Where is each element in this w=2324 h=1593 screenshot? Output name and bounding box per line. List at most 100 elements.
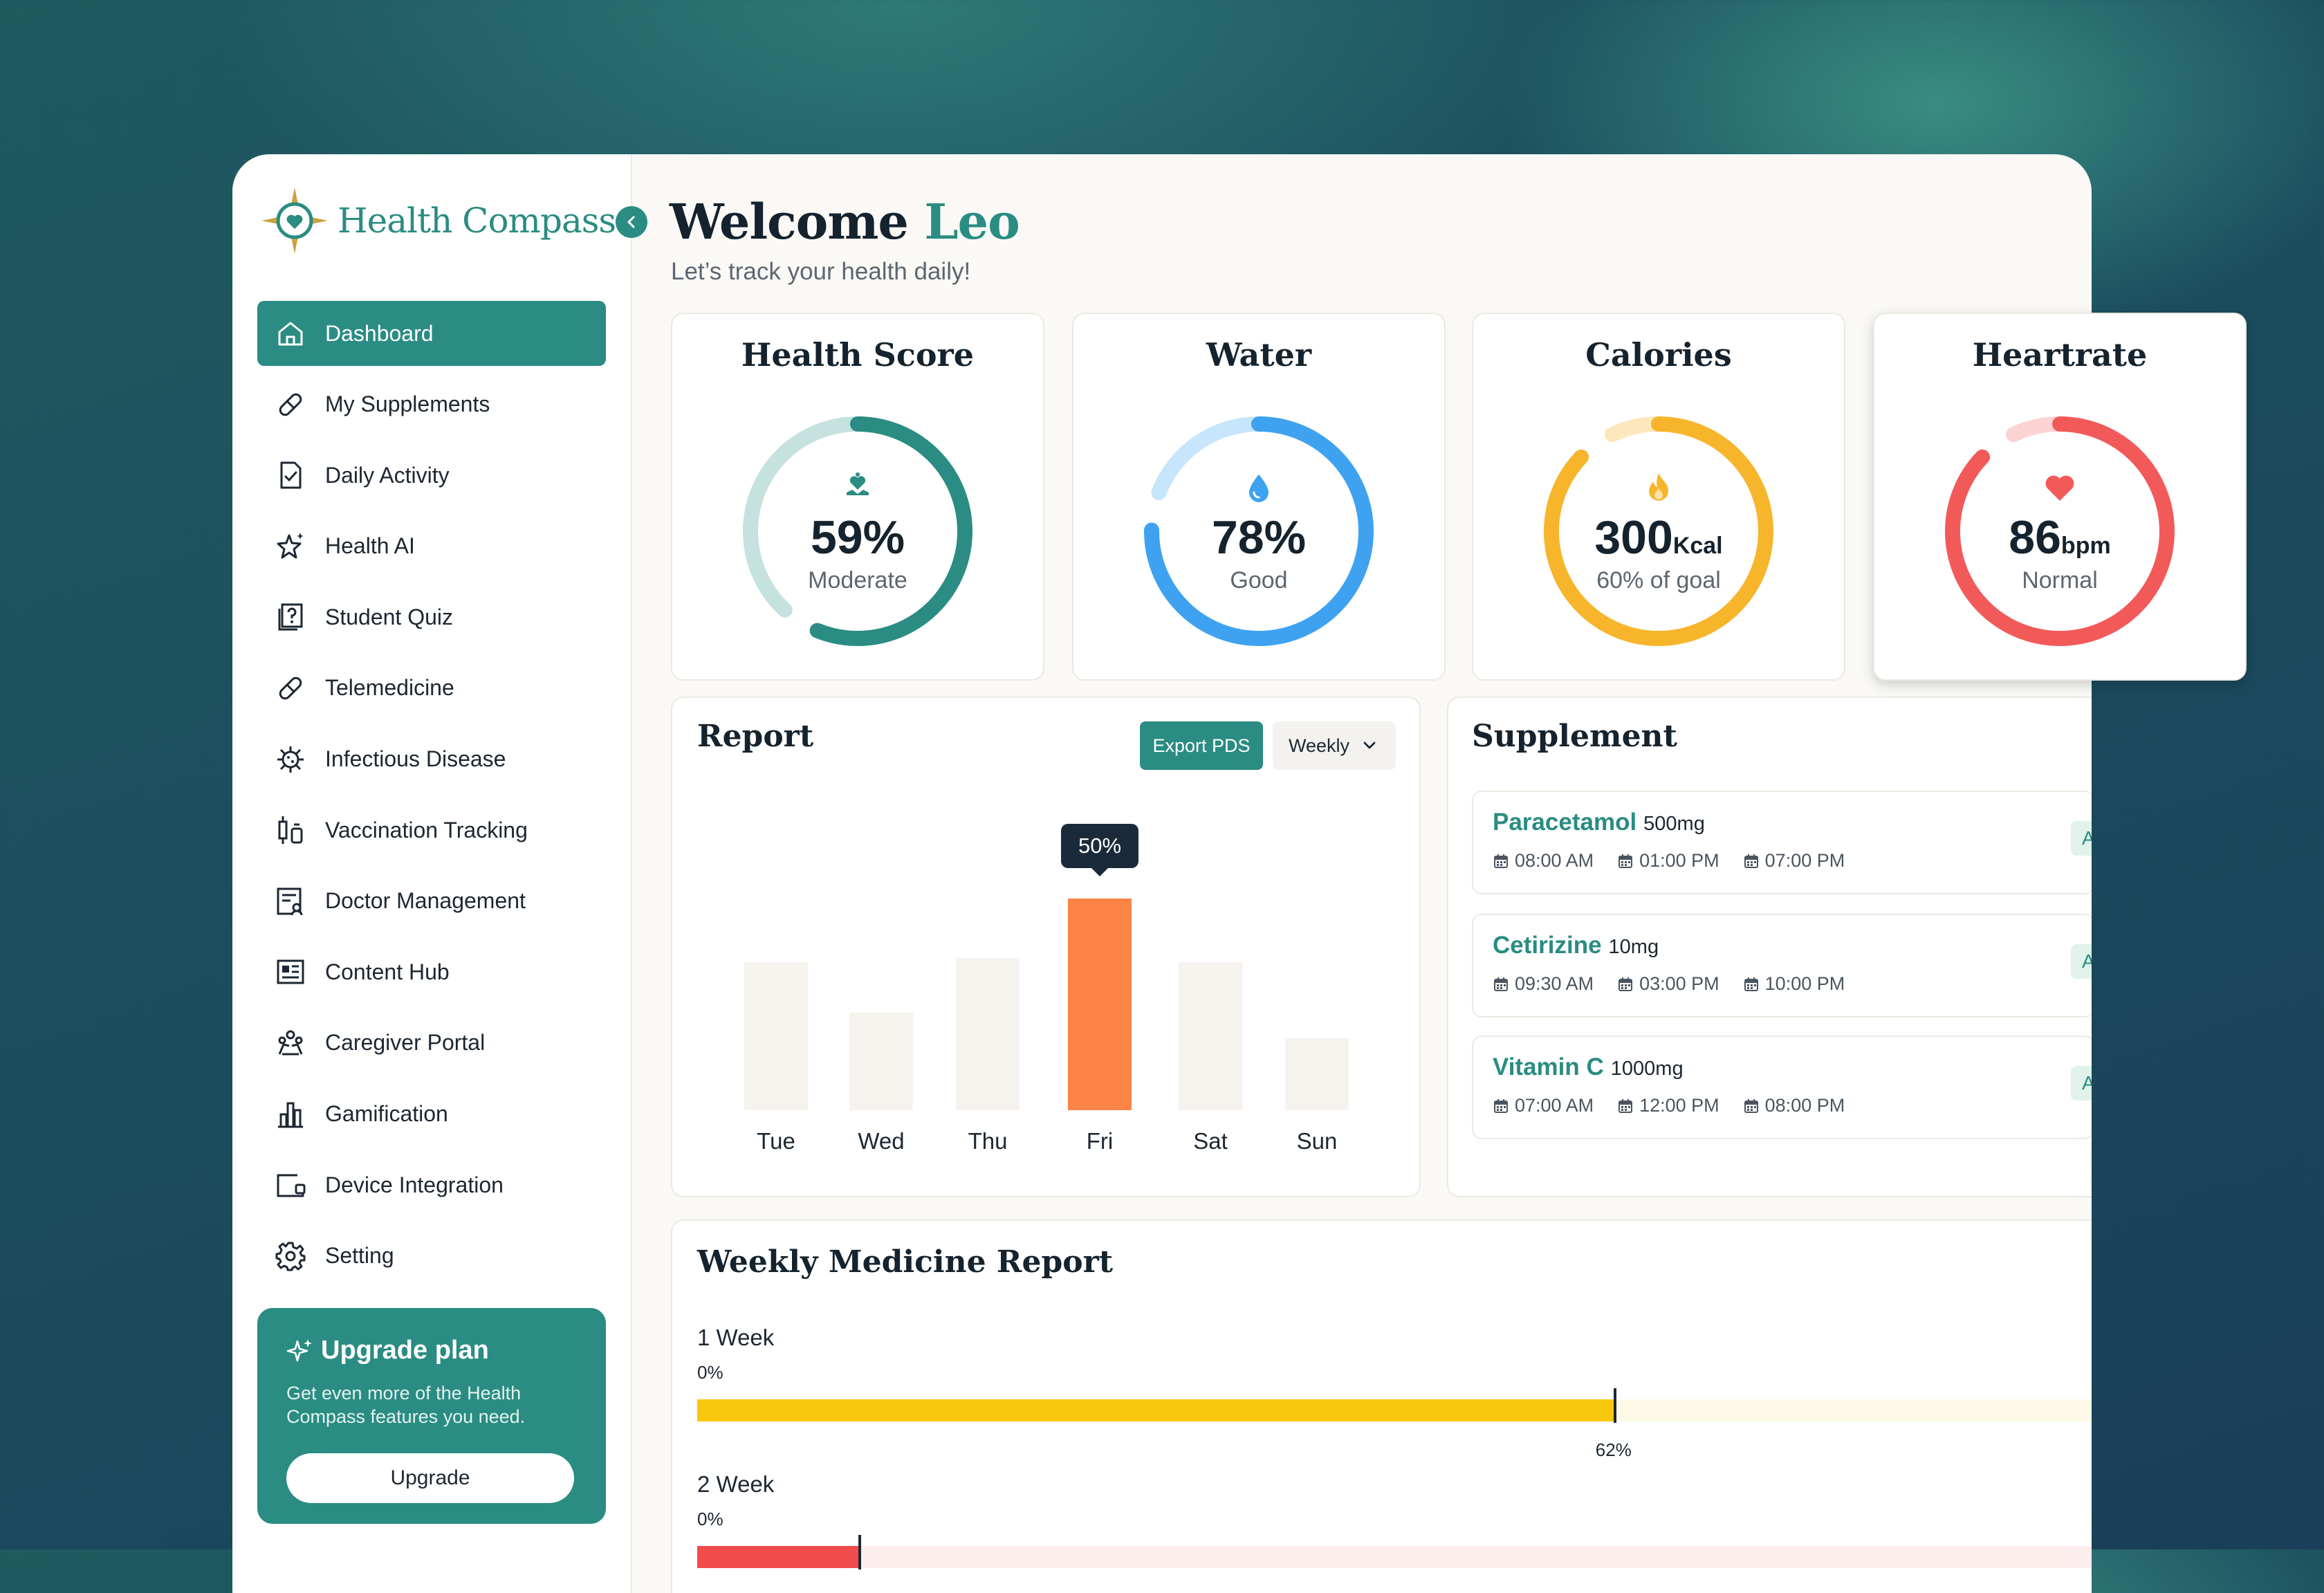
- sidebar-item-infectious-disease[interactable]: Infectious Disease: [257, 727, 606, 792]
- sidebar-nav: Dashboard My Supplements Daily Activity Hea…: [257, 301, 606, 1294]
- health-score-title: Health Score: [741, 336, 975, 374]
- supplement-title: Supplement: [1472, 719, 1677, 754]
- sidebar-item-content-hub[interactable]: Content Hub: [257, 939, 606, 1004]
- sidebar-item-label: Vaccination Tracking: [325, 817, 528, 842]
- sidebar-item-health-ai[interactable]: Health AI: [257, 514, 606, 579]
- supplement-item[interactable]: Vitamin C 1000mg 07:00 AM 12:00 PM 08:00 PM…: [1472, 1035, 2092, 1139]
- dose-times: 09:30 AM 03:00 PM 10:00 PM: [1493, 973, 1868, 995]
- weekly-medicine-title: Weekly Medicine Report: [697, 1244, 1114, 1280]
- bar-thu[interactable]: [956, 957, 1020, 1110]
- quiz-icon: [275, 602, 306, 632]
- supplement-status-badge: A: [2071, 944, 2092, 979]
- week-progress-bar: [697, 1388, 2092, 1423]
- sidebar-item-label: Content Hub: [325, 959, 450, 984]
- sidebar-item-gamification[interactable]: Gamification: [257, 1082, 606, 1147]
- calendar-icon: [1618, 854, 1633, 868]
- logo[interactable]: Health Compass: [260, 186, 616, 255]
- health-score-status: Moderate: [808, 567, 907, 593]
- sidebar-item-device-integration[interactable]: Device Integration: [257, 1152, 606, 1217]
- heartrate-value: 86bpm: [2009, 511, 2111, 564]
- device-icon: [275, 1170, 306, 1200]
- water-card: Water 78% Good: [1072, 313, 1446, 681]
- bar-tue[interactable]: [744, 961, 808, 1110]
- pill-icon: [275, 673, 306, 703]
- calendar-icon: [1618, 977, 1633, 991]
- sidebar-item-daily-activity[interactable]: Daily Activity: [257, 443, 606, 508]
- dose-times: 08:00 AM 01:00 PM 07:00 PM: [1493, 850, 1868, 872]
- sidebar-item-setting[interactable]: Setting: [257, 1224, 606, 1289]
- health-score-card: Health Score 59% Moderate: [671, 313, 1044, 681]
- bar-sat[interactable]: [1179, 961, 1242, 1110]
- calendar-icon: [1494, 1098, 1508, 1113]
- sparkles-icon: [286, 1338, 312, 1361]
- week-start-label: 0%: [697, 1509, 723, 1529]
- supplement-item[interactable]: Cetirizine 10mg 09:30 AM 03:00 PM 10:00 PM …: [1472, 914, 2092, 1018]
- sidebar-item-caregiver-portal[interactable]: Caregiver Portal: [257, 1011, 606, 1076]
- supplement-dose: 1000mg: [1610, 1058, 1684, 1080]
- bar-tooltip: 50%: [1061, 824, 1138, 876]
- heart-hand-icon: [672, 472, 1043, 505]
- syringe-icon: [275, 815, 306, 845]
- calendar-icon: [1494, 977, 1508, 991]
- page-subtitle: Let’s track your health daily!: [671, 258, 971, 285]
- logo-text: Health Compass: [338, 201, 616, 241]
- sidebar-item-student-quiz[interactable]: Student Quiz: [257, 584, 606, 650]
- calendar-icon: [1744, 854, 1758, 868]
- file-check-icon: [275, 460, 306, 490]
- sidebar-item-label: Student Quiz: [325, 604, 453, 629]
- report-card: Report Export PDS Weekly Tue Wed Thu Fri 50%…: [671, 697, 1421, 1197]
- bar-fri[interactable]: [1068, 899, 1132, 1110]
- upgrade-button[interactable]: Upgrade: [286, 1453, 574, 1503]
- upgrade-title-text: Upgrade plan: [321, 1336, 489, 1365]
- page-title: Welcome Leo: [670, 193, 1020, 250]
- sidebar-item-dashboard[interactable]: Dashboard: [257, 301, 606, 366]
- sidebar-item-telemedicine[interactable]: Telemedicine: [257, 656, 606, 721]
- sidebar-item-label: Dashboard: [325, 320, 434, 346]
- report-bar-chart: Tue Wed Thu Fri 50% Sat Sun: [672, 698, 1419, 1196]
- welcome-text: Welcome: [670, 193, 909, 250]
- bar-wed[interactable]: [849, 1013, 913, 1110]
- doctor-list-icon: [275, 886, 306, 917]
- supplement-status-badge: A: [2071, 1066, 2092, 1101]
- heartrate-card: Heartrate 86bpm Normal: [1873, 313, 2247, 681]
- week-progress-marker[interactable]: [858, 1535, 862, 1569]
- sidebar-item-vaccination-tracking[interactable]: Vaccination Tracking: [257, 798, 606, 863]
- sidebar-item-label: Setting: [325, 1243, 394, 1269]
- calendar-icon: [1744, 977, 1758, 991]
- collapse-sidebar-button[interactable]: [616, 206, 647, 238]
- dose-time: 07:00 AM: [1493, 1095, 1594, 1116]
- upgrade-plan-card: Upgrade plan Get even more of the Health…: [257, 1308, 606, 1524]
- supplement-name: Vitamin C 1000mg: [1493, 1053, 1684, 1080]
- sidebar-item-label: Health AI: [325, 533, 415, 559]
- x-tick-label: Sun: [1296, 1128, 1338, 1154]
- week-label: 2 Week: [697, 1471, 775, 1497]
- water-status: Good: [1230, 567, 1288, 593]
- sidebar-item-my-supplements[interactable]: My Supplements: [257, 372, 606, 437]
- dose-time: 03:00 PM: [1617, 973, 1719, 995]
- virus-icon: [275, 744, 306, 775]
- week-progress-fill: [697, 1399, 1615, 1421]
- bar-sun[interactable]: [1285, 1038, 1349, 1110]
- dose-times: 07:00 AM 12:00 PM 08:00 PM: [1493, 1095, 1868, 1116]
- supplement-item[interactable]: Paracetamol 500mg 08:00 AM 01:00 PM 07:00 P…: [1472, 791, 2092, 894]
- calories-status: 60% of goal: [1596, 567, 1721, 593]
- sidebar-item-label: Doctor Management: [325, 888, 526, 914]
- sidebar-item-label: Telemedicine: [325, 675, 454, 701]
- compass-logo-icon: [261, 187, 328, 254]
- newspaper-icon: [275, 957, 306, 987]
- calories-title: Calories: [1585, 336, 1732, 374]
- calendar-icon: [1744, 1098, 1758, 1113]
- supplement-dose: 500mg: [1643, 813, 1705, 835]
- sidebar-item-doctor-management[interactable]: Doctor Management: [257, 869, 606, 934]
- supplement-name: Cetirizine 10mg: [1493, 932, 1659, 959]
- flame-icon: [1473, 472, 1844, 505]
- week-progress-marker[interactable]: [1613, 1388, 1616, 1423]
- calories-card: Calories 300Kcal 60% of goal: [1472, 313, 1845, 681]
- dose-time: 08:00 PM: [1743, 1095, 1845, 1116]
- heartrate-title: Heartrate: [1972, 336, 2148, 374]
- dose-time: 08:00 AM: [1493, 850, 1594, 872]
- x-tick-label: Fri: [1086, 1128, 1114, 1154]
- dose-time: 09:30 AM: [1493, 973, 1594, 995]
- dose-time: 01:00 PM: [1617, 850, 1719, 872]
- week-start-label: 0%: [697, 1362, 723, 1383]
